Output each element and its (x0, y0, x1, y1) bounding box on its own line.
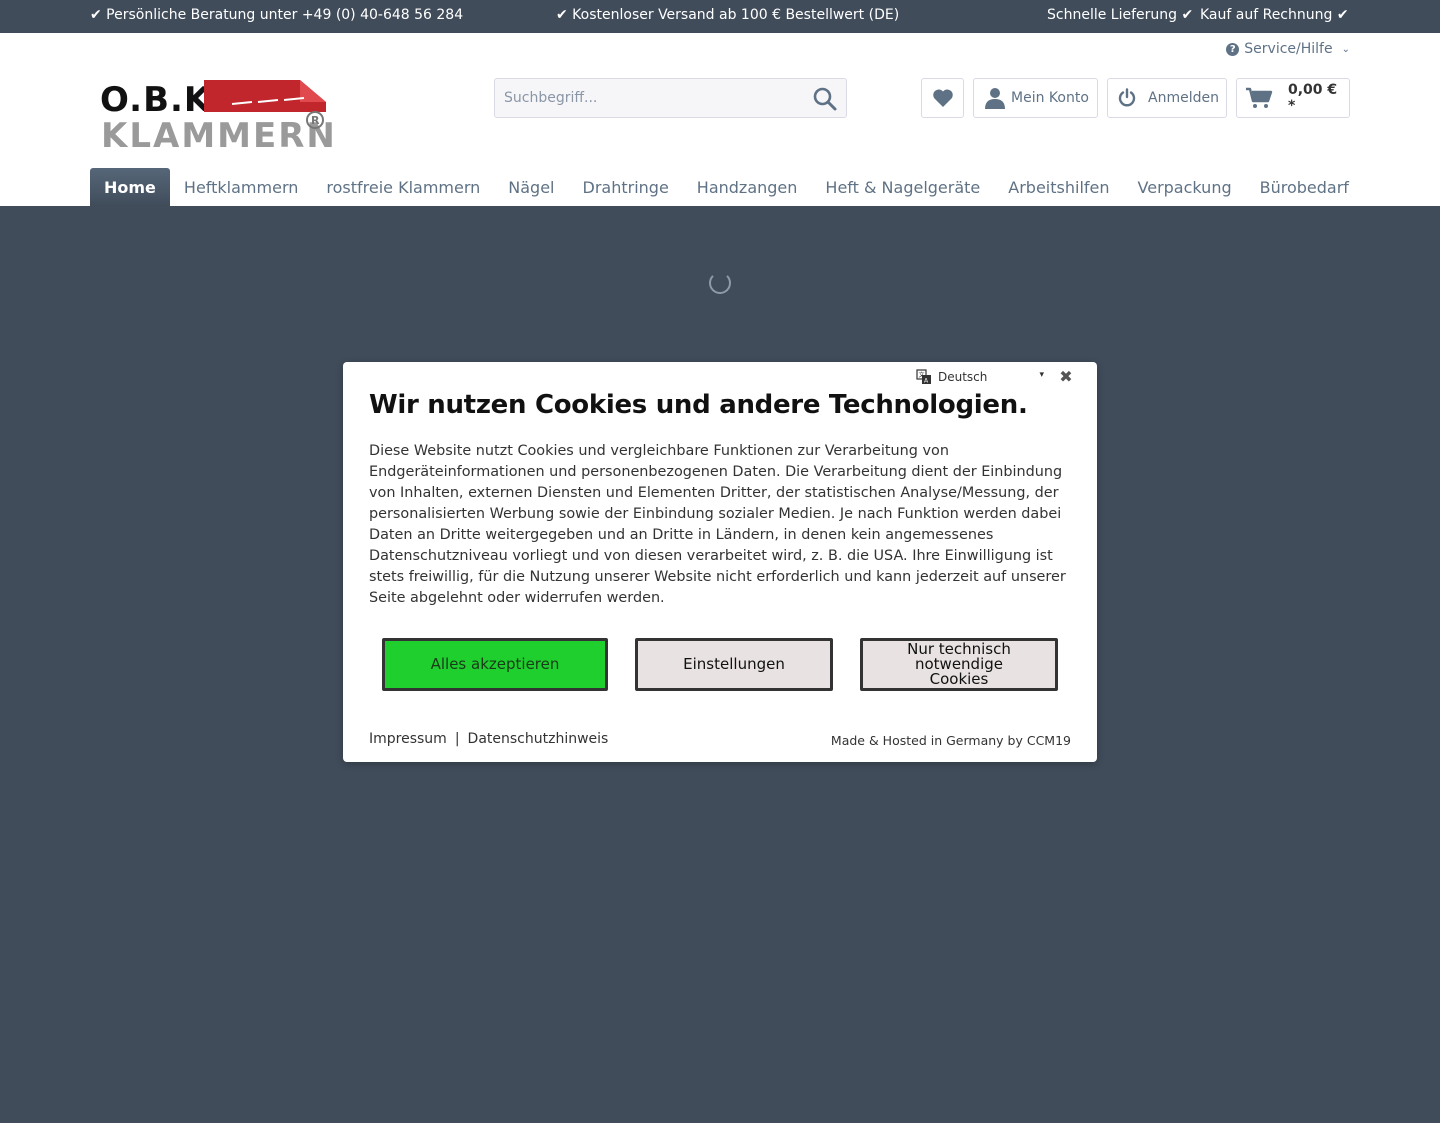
cookie-description: Diese Website nutzt Cookies und vergleic… (369, 443, 1066, 606)
nav-heft-nagelgeraete[interactable]: Heft & Nagelgeräte (811, 168, 994, 206)
nav-handzangen[interactable]: Handzangen (683, 168, 812, 206)
nav-arbeitshilfen[interactable]: Arbeitshilfen (994, 168, 1123, 206)
power-icon (1118, 88, 1136, 107)
language-select[interactable]: 文 A Deutsch ▾ (916, 367, 1044, 387)
logo-roof-icon: R (204, 80, 326, 129)
search-icon (813, 87, 837, 111)
close-icon[interactable]: ✖ (1058, 369, 1074, 385)
top-info-bar: ✔ Persönliche Beratung unter +49 (0) 40-… (0, 0, 1440, 33)
technical-only-button[interactable]: Nur technisch notwendige Cookies (860, 638, 1058, 691)
search-button[interactable] (812, 86, 838, 112)
site-header: ? Service/Hilfe ⌄ O.B.K. KLAMMERN R Such… (0, 33, 1440, 206)
topbar-consulting: ✔ Persönliche Beratung unter +49 (0) 40-… (90, 7, 464, 23)
caret-down-icon: ▾ (1039, 370, 1044, 380)
account-button[interactable]: Mein Konto (973, 78, 1098, 118)
cookie-title: Wir nutzen Cookies und andere Technologi… (369, 390, 1028, 420)
search-bar (494, 78, 847, 118)
privacy-link[interactable]: Datenschutzhinweis (468, 731, 609, 747)
topbar-fast-delivery: Schnelle Lieferung ✔ (1047, 7, 1194, 23)
loading-spinner-icon (709, 272, 731, 294)
nav-rostfreie-klammern[interactable]: rostfreie Klammern (312, 168, 494, 206)
topbar-free-shipping: ✔ Kostenloser Versand ab 100 € Bestellwe… (556, 7, 900, 23)
account-label: Mein Konto (1011, 90, 1089, 106)
service-help-menu[interactable]: ? Service/Hilfe ⌄ (1226, 41, 1350, 57)
nav-drahtringe[interactable]: Drahtringe (569, 168, 683, 206)
language-selected: Deutsch (938, 370, 988, 384)
login-label: Anmelden (1148, 90, 1219, 106)
svg-text:R: R (311, 114, 320, 127)
nav-verpackung[interactable]: Verpackung (1124, 168, 1246, 206)
settings-button[interactable]: Einstellungen (635, 638, 833, 691)
nav-buerobedarf[interactable]: Bürobedarf (1246, 168, 1363, 206)
cart-button[interactable]: 0,00 € * (1236, 78, 1350, 118)
topbar-invoice: Kauf auf Rechnung ✔ (1200, 7, 1349, 23)
nav-naegel[interactable]: Nägel (494, 168, 568, 206)
cart-icon (1246, 87, 1273, 108)
question-icon: ? (1226, 42, 1240, 56)
cart-total: 0,00 € * (1288, 82, 1338, 114)
nav-home[interactable]: Home (90, 168, 170, 206)
translate-icon: 文 A (916, 369, 931, 385)
login-button[interactable]: Anmelden (1107, 78, 1227, 118)
cookie-footer-links: Impressum | Datenschutzhinweis (369, 731, 608, 747)
accept-all-button[interactable]: Alles akzeptieren (382, 638, 608, 691)
main-navigation: Home Heftklammern rostfreie Klammern Näg… (90, 168, 1363, 206)
search-input[interactable] (495, 79, 805, 117)
wishlist-button[interactable] (921, 78, 964, 118)
chevron-down-icon: ⌄ (1341, 43, 1350, 55)
cookie-consent-dialog: 文 A Deutsch ▾ ✖ Wir nutzen Cookies und a… (343, 362, 1097, 762)
service-help-label: Service/Hilfe (1244, 41, 1333, 57)
nav-heftklammern[interactable]: Heftklammern (170, 168, 312, 206)
heart-icon (932, 89, 953, 107)
footer-separator: | (454, 731, 460, 747)
imprint-link[interactable]: Impressum (369, 731, 447, 747)
site-logo[interactable]: O.B.K. KLAMMERN R (100, 78, 335, 158)
made-by-ccm19[interactable]: Made & Hosted in Germany by CCM19 (831, 733, 1071, 748)
user-icon (985, 88, 1005, 109)
